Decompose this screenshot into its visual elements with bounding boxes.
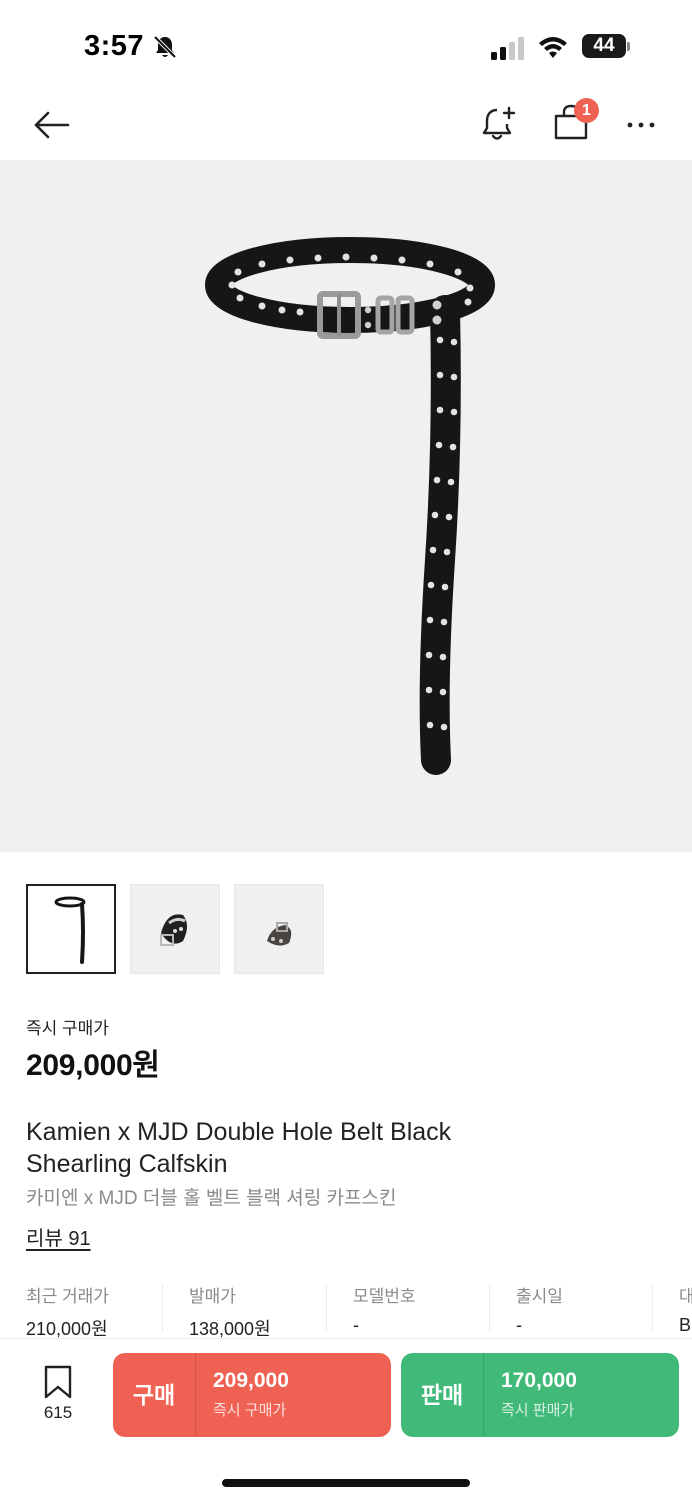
info-value: -: [353, 1315, 359, 1335]
product-info-strip[interactable]: 최근 거래가 210,000원 발매가 138,000원 모델번호 - 출시일 …: [0, 1282, 692, 1338]
more-options-icon[interactable]: [620, 102, 666, 148]
sell-price-caption: 즉시 판매가: [501, 1402, 575, 1419]
belt-thumbnail-image: [54, 896, 86, 964]
info-label: 모델번호: [353, 1287, 416, 1306]
bottom-action-bar: 615 구매 209,000 즉시 구매가 판매 170,000 즉시 판매가: [0, 1338, 692, 1500]
info-label: 발매가: [189, 1287, 236, 1306]
thumbnail-3[interactable]: [234, 884, 324, 974]
sell-label: 판매: [420, 1382, 464, 1408]
status-bar: 3:57 44: [0, 0, 692, 90]
sell-price: 170,000: [501, 1369, 577, 1392]
info-value: B: [679, 1315, 692, 1335]
instant-buy-price: 209,000원: [26, 1049, 160, 1082]
instant-buy-price-label: 즉시 구매가: [26, 1019, 109, 1038]
back-arrow-icon[interactable]: [28, 102, 74, 148]
add-alert-bell-icon[interactable]: [476, 100, 522, 146]
belt-buckle-thumbnail-image: [267, 922, 292, 946]
info-label: 대: [679, 1287, 692, 1306]
divider: [483, 1353, 484, 1437]
info-value: -: [516, 1315, 522, 1335]
belt-product-photo: [205, 237, 495, 775]
product-image[interactable]: [0, 160, 692, 852]
battery-indicator: 44: [582, 34, 630, 60]
divider: [195, 1353, 196, 1437]
review-link[interactable]: 리뷰 91: [26, 1222, 91, 1251]
buy-label: 구매: [132, 1382, 176, 1408]
divider: [489, 1284, 490, 1332]
info-value: 138,000원: [189, 1319, 271, 1338]
status-time: 3:57: [84, 30, 145, 62]
product-title-english: Kamien x MJD Double Hole Belt Black Shea…: [26, 1118, 452, 1178]
battery-tip: [627, 42, 630, 51]
sell-button[interactable]: 판매 170,000 즉시 판매가: [401, 1353, 679, 1437]
thumbnail-2[interactable]: [130, 884, 220, 974]
cellular-signal-icon: [491, 37, 524, 60]
divider: [652, 1284, 653, 1332]
divider: [326, 1284, 327, 1332]
buy-button[interactable]: 구매 209,000 즉시 구매가: [113, 1353, 391, 1437]
wifi-icon: [539, 37, 567, 58]
product-title-korean: 카미엔 x MJD 더블 홀 벨트 블랙 셔링 카프스킨: [26, 1188, 397, 1209]
info-label: 최근 거래가: [26, 1287, 109, 1306]
belt-coiled-thumbnail-image: [160, 914, 187, 946]
buy-price-caption: 즉시 구매가: [213, 1402, 287, 1419]
info-model-number: 모델번호 -: [353, 1282, 416, 1338]
buy-price: 209,000: [213, 1369, 289, 1392]
battery-level: 44: [582, 34, 626, 58]
bookmark-icon: [44, 1365, 72, 1399]
info-release-date: 출시일 -: [516, 1282, 563, 1338]
cart-count-badge: 1: [574, 98, 599, 123]
bookmark-button[interactable]: 615: [34, 1365, 82, 1425]
thumbnail-1[interactable]: [26, 884, 116, 974]
info-label: 출시일: [516, 1287, 563, 1306]
divider: [162, 1284, 163, 1332]
info-next-item: 대 B: [679, 1282, 692, 1338]
info-recent-trade: 최근 거래가 210,000원: [26, 1282, 109, 1338]
thumbnail-strip: [26, 884, 324, 974]
bookmark-count: 615: [43, 1403, 73, 1422]
info-release-price: 발매가 138,000원: [189, 1282, 271, 1338]
bell-muted-icon: [153, 35, 177, 59]
info-value: 210,000원: [26, 1319, 108, 1338]
home-indicator[interactable]: [222, 1479, 470, 1487]
